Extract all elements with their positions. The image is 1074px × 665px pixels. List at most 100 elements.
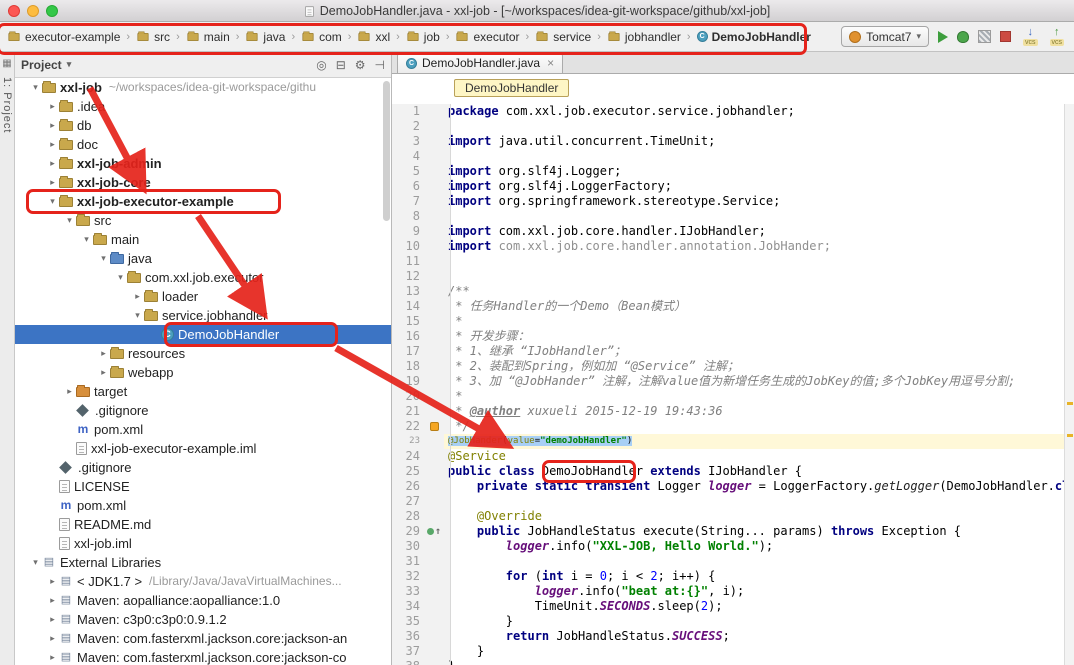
code-line-19[interactable]: 19 * 3、加 “@JobHander” 注解，注解value值为新增任务生成…: [392, 374, 1064, 389]
tree-item-maven-com.fasterxml.jackson.core-jackson-an[interactable]: ▸▤Maven: com.fasterxml.jackson.core:jack…: [15, 629, 391, 648]
line-number[interactable]: 6: [392, 179, 426, 194]
code-line-18[interactable]: 18 * 2、装配到Spring，例如加 “@Service” 注解；: [392, 359, 1064, 374]
line-number[interactable]: 27: [392, 494, 426, 509]
line-number[interactable]: 35: [392, 614, 426, 629]
code-line-2[interactable]: 2: [392, 119, 1064, 134]
vcs-commit-button[interactable]: ↑ vcs: [1050, 27, 1065, 46]
line-number[interactable]: 7: [392, 194, 426, 209]
line-number[interactable]: 30: [392, 539, 426, 554]
expand-arrow-closed-icon[interactable]: ▸: [46, 591, 59, 610]
tree-item-xxl-job-core[interactable]: ▸xxl-job-core: [15, 173, 391, 192]
expand-arrow-closed-icon[interactable]: ▸: [46, 572, 59, 591]
code-line-24[interactable]: 24@Service: [392, 449, 1064, 464]
breadcrumb-item-main[interactable]: main: [183, 28, 233, 46]
editor-scrollbar[interactable]: [1064, 104, 1074, 665]
line-number[interactable]: 15: [392, 314, 426, 329]
line-number[interactable]: 16: [392, 329, 426, 344]
line-number[interactable]: 34: [392, 599, 426, 614]
code-line-15[interactable]: 15 *: [392, 314, 1064, 329]
line-number[interactable]: 26: [392, 479, 426, 494]
code-line-7[interactable]: 7import org.springframework.stereotype.S…: [392, 194, 1064, 209]
line-number[interactable]: 31: [392, 554, 426, 569]
expand-arrow-closed-icon[interactable]: ▸: [46, 648, 59, 665]
code-line-11[interactable]: 11: [392, 254, 1064, 269]
line-number[interactable]: 33: [392, 584, 426, 599]
vcs-update-button[interactable]: ↓ vcs: [1023, 27, 1038, 46]
tree-item-xxl-job-executor-example[interactable]: ▾xxl-job-executor-example: [15, 192, 391, 211]
code-line-22[interactable]: 22 */: [392, 419, 1064, 434]
stop-button[interactable]: [1000, 31, 1011, 42]
breadcrumb-item-demojobhandler[interactable]: CDemoJobHandler: [694, 28, 814, 46]
tab-demojobhandler[interactable]: C DemoJobHandler.java ×: [397, 52, 563, 73]
expand-arrow-open-icon[interactable]: ▾: [46, 192, 59, 211]
code-line-38[interactable]: 38}: [392, 659, 1064, 665]
line-number[interactable]: 4: [392, 149, 426, 164]
tree-item-com.xxl.job.executor[interactable]: ▾com.xxl.job.executor: [15, 268, 391, 287]
expand-arrow-open-icon[interactable]: ▾: [80, 230, 93, 249]
tree-item-doc[interactable]: ▸doc: [15, 135, 391, 154]
tree-item-service.jobhandler[interactable]: ▾service.jobhandler: [15, 306, 391, 325]
line-number[interactable]: 2: [392, 119, 426, 134]
tree-item-license[interactable]: LICENSE: [15, 477, 391, 496]
line-number[interactable]: 10: [392, 239, 426, 254]
code-line-1[interactable]: 1package com.xxl.job.executor.service.jo…: [392, 104, 1064, 119]
tree-item-.gitignore[interactable]: .gitignore: [15, 458, 391, 477]
project-scrollbar[interactable]: [382, 78, 391, 665]
breadcrumb-item-com[interactable]: com: [298, 28, 345, 46]
code-line-4[interactable]: 4: [392, 149, 1064, 164]
tree-item-db[interactable]: ▸db: [15, 116, 391, 135]
expand-arrow-closed-icon[interactable]: ▸: [97, 344, 110, 363]
code-line-3[interactable]: 3import java.util.concurrent.TimeUnit;: [392, 134, 1064, 149]
tree-item-xxl-job[interactable]: ▾xxl-job~/workspaces/idea-git-workspace/…: [15, 78, 391, 97]
code-line-36[interactable]: 36 return JobHandleStatus.SUCCESS;: [392, 629, 1064, 644]
coverage-button[interactable]: [978, 30, 991, 43]
tree-item-xxl-job.iml[interactable]: xxl-job.iml: [15, 534, 391, 553]
code-area[interactable]: 1package com.xxl.job.executor.service.jo…: [392, 104, 1064, 665]
code-line-28[interactable]: 28 @Override: [392, 509, 1064, 524]
tree-item-java[interactable]: ▾java: [15, 249, 391, 268]
collapse-all-icon[interactable]: ⊟: [336, 58, 346, 72]
expand-arrow-closed-icon[interactable]: ▸: [46, 610, 59, 629]
line-number[interactable]: 5: [392, 164, 426, 179]
breadcrumb-item-jobhandler[interactable]: jobhandler: [604, 28, 684, 46]
line-number[interactable]: 11: [392, 254, 426, 269]
code-line-37[interactable]: 37 }: [392, 644, 1064, 659]
code-line-9[interactable]: 9import com.xxl.job.core.handler.IJobHan…: [392, 224, 1064, 239]
line-number[interactable]: 22: [392, 419, 426, 434]
code-line-8[interactable]: 8: [392, 209, 1064, 224]
debug-button[interactable]: [957, 31, 969, 43]
hide-panel-icon[interactable]: ⊣: [375, 58, 385, 72]
tree-item-src[interactable]: ▾src: [15, 211, 391, 230]
line-number[interactable]: 12: [392, 269, 426, 284]
project-view-dropdown[interactable]: Project ▾: [21, 58, 71, 72]
code-line-29[interactable]: 29↑ public JobHandleStatus execute(Strin…: [392, 524, 1064, 539]
tree-item-xxl-job-admin[interactable]: ▸xxl-job-admin: [15, 154, 391, 173]
line-number[interactable]: 9: [392, 224, 426, 239]
code-line-23[interactable]: 23@JobHander(value="demoJobHandler"): [392, 434, 1064, 449]
line-number[interactable]: 28: [392, 509, 426, 524]
expand-arrow-open-icon[interactable]: ▾: [29, 78, 42, 97]
tree-item-readme.md[interactable]: README.md: [15, 515, 391, 534]
line-number[interactable]: 1: [392, 104, 426, 119]
code-line-13[interactable]: 13/**: [392, 284, 1064, 299]
expand-arrow-closed-icon[interactable]: ▸: [46, 116, 59, 135]
code-line-20[interactable]: 20 *: [392, 389, 1064, 404]
expand-arrow-closed-icon[interactable]: ▸: [131, 287, 144, 306]
expand-arrow-open-icon[interactable]: ▾: [114, 268, 127, 287]
code-line-32[interactable]: 32 for (int i = 0; i < 2; i++) {: [392, 569, 1064, 584]
code-line-16[interactable]: 16 * 开发步骤：: [392, 329, 1064, 344]
expand-arrow-closed-icon[interactable]: ▸: [46, 135, 59, 154]
line-number[interactable]: 3: [392, 134, 426, 149]
expand-arrow-open-icon[interactable]: ▾: [29, 553, 42, 572]
expand-arrow-closed-icon[interactable]: ▸: [46, 629, 59, 648]
code-line-27[interactable]: 27: [392, 494, 1064, 509]
breadcrumb-item-xxl[interactable]: xxl: [354, 28, 393, 46]
line-number[interactable]: 19: [392, 374, 426, 389]
override-dot-icon[interactable]: [427, 528, 434, 535]
tree-item-webapp[interactable]: ▸webapp: [15, 363, 391, 382]
expand-arrow-closed-icon[interactable]: ▸: [63, 382, 76, 401]
line-number[interactable]: 25: [392, 464, 426, 479]
tree-item-maven-c3p0-c3p0-0.9.1.2[interactable]: ▸▤Maven: c3p0:c3p0:0.9.1.2: [15, 610, 391, 629]
expand-arrow-closed-icon[interactable]: ▸: [46, 97, 59, 116]
tree-item-resources[interactable]: ▸resources: [15, 344, 391, 363]
